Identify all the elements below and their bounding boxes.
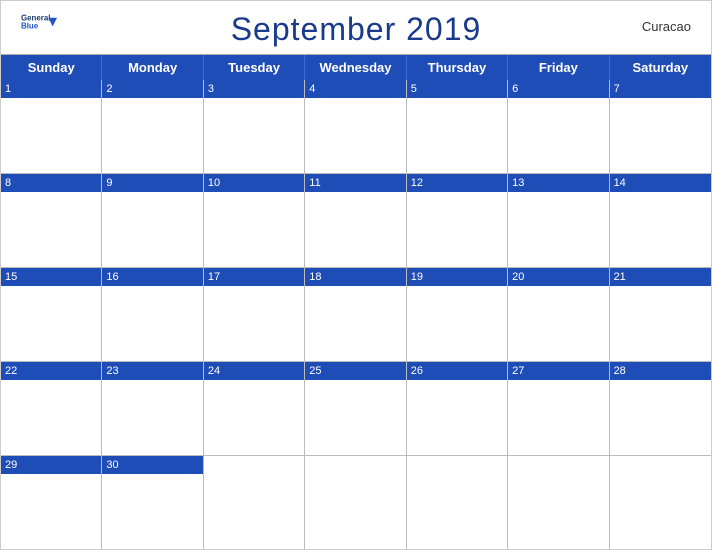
day-number: 22 [1, 362, 101, 380]
day-number: 30 [102, 456, 202, 474]
svg-text:Blue: Blue [21, 22, 39, 31]
day-number: 25 [305, 362, 405, 380]
day-number: 21 [610, 268, 711, 286]
day-header-sunday: Sunday [1, 55, 102, 80]
day-number: 7 [610, 80, 711, 98]
calendar-grid: SundayMondayTuesdayWednesdayThursdayFrid… [1, 54, 711, 549]
day-number: 12 [407, 174, 507, 192]
day-cell-10: 10 [204, 174, 305, 267]
day-cell-empty-5 [508, 456, 609, 549]
day-number: 29 [1, 456, 101, 474]
day-header-monday: Monday [102, 55, 203, 80]
day-cell-empty-6 [610, 456, 711, 549]
day-cell-21: 21 [610, 268, 711, 361]
day-cell-28: 28 [610, 362, 711, 455]
week-row-5: 2930 [1, 456, 711, 549]
day-cell-13: 13 [508, 174, 609, 267]
week-row-2: 891011121314 [1, 174, 711, 268]
day-number: 9 [102, 174, 202, 192]
day-cell-24: 24 [204, 362, 305, 455]
week-row-1: 1234567 [1, 80, 711, 174]
day-number: 2 [102, 80, 202, 98]
calendar-title-area: September 2019 [231, 11, 482, 48]
day-number: 23 [102, 362, 202, 380]
day-cell-6: 6 [508, 80, 609, 173]
day-number: 6 [508, 80, 608, 98]
weeks-container: 1234567891011121314151617181920212223242… [1, 80, 711, 549]
day-header-saturday: Saturday [610, 55, 711, 80]
day-number: 18 [305, 268, 405, 286]
region-label: Curacao [642, 19, 691, 34]
day-number: 14 [610, 174, 711, 192]
day-number: 1 [1, 80, 101, 98]
day-number: 17 [204, 268, 304, 286]
day-number: 16 [102, 268, 202, 286]
day-cell-15: 15 [1, 268, 102, 361]
calendar-title: September 2019 [231, 11, 482, 48]
day-cell-18: 18 [305, 268, 406, 361]
day-cell-2: 2 [102, 80, 203, 173]
day-number: 24 [204, 362, 304, 380]
day-cell-27: 27 [508, 362, 609, 455]
day-number: 27 [508, 362, 608, 380]
day-cell-7: 7 [610, 80, 711, 173]
day-number: 28 [610, 362, 711, 380]
day-cell-1: 1 [1, 80, 102, 173]
generalblue-logo-icon: General Blue [21, 11, 57, 39]
day-number: 10 [204, 174, 304, 192]
week-row-3: 15161718192021 [1, 268, 711, 362]
day-number: 13 [508, 174, 608, 192]
day-header-wednesday: Wednesday [305, 55, 406, 80]
day-number: 3 [204, 80, 304, 98]
day-number: 15 [1, 268, 101, 286]
day-cell-17: 17 [204, 268, 305, 361]
logo-area: General Blue [21, 11, 57, 39]
day-cell-20: 20 [508, 268, 609, 361]
day-number: 19 [407, 268, 507, 286]
day-number: 8 [1, 174, 101, 192]
day-number: 5 [407, 80, 507, 98]
day-cell-14: 14 [610, 174, 711, 267]
day-cell-empty-2 [204, 456, 305, 549]
day-cell-22: 22 [1, 362, 102, 455]
day-cell-3: 3 [204, 80, 305, 173]
day-cell-29: 29 [1, 456, 102, 549]
day-cell-9: 9 [102, 174, 203, 267]
day-number: 26 [407, 362, 507, 380]
day-cell-empty-4 [407, 456, 508, 549]
day-cell-11: 11 [305, 174, 406, 267]
day-cell-4: 4 [305, 80, 406, 173]
day-header-tuesday: Tuesday [204, 55, 305, 80]
calendar-header: General Blue September 2019 Curacao [1, 1, 711, 54]
week-row-4: 22232425262728 [1, 362, 711, 456]
day-cell-26: 26 [407, 362, 508, 455]
day-cell-23: 23 [102, 362, 203, 455]
day-cell-16: 16 [102, 268, 203, 361]
day-cell-25: 25 [305, 362, 406, 455]
day-cell-8: 8 [1, 174, 102, 267]
day-cell-12: 12 [407, 174, 508, 267]
day-cell-empty-3 [305, 456, 406, 549]
day-headers-row: SundayMondayTuesdayWednesdayThursdayFrid… [1, 55, 711, 80]
day-cell-5: 5 [407, 80, 508, 173]
day-number: 4 [305, 80, 405, 98]
day-cell-30: 30 [102, 456, 203, 549]
day-number: 20 [508, 268, 608, 286]
day-header-friday: Friday [508, 55, 609, 80]
day-number: 11 [305, 174, 405, 192]
day-header-thursday: Thursday [407, 55, 508, 80]
day-cell-19: 19 [407, 268, 508, 361]
calendar-container: General Blue September 2019 Curacao Sund… [0, 0, 712, 550]
